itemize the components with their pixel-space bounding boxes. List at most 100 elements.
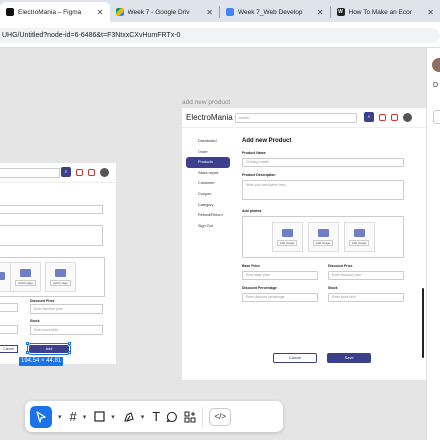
tab-google-drive[interactable]: Week 7 - Google Driv ✕ (110, 2, 220, 22)
heart-icon (88, 169, 95, 176)
frame-left-partial[interactable]: ⌕ Add Image Add Image Discount Price Ent… (0, 163, 116, 364)
image-icon (20, 268, 31, 277)
properties-panel: D (426, 48, 440, 440)
sidebar-item-sign-out: Sign Out (198, 223, 213, 228)
discount-pct-input: Enter discount percentage (242, 293, 318, 302)
close-icon[interactable]: ✕ (317, 8, 324, 17)
sidebar: Dashboard Order Products Sales report Cu… (186, 136, 230, 231)
resize-handle[interactable] (26, 351, 29, 354)
discount-pct-label: Discount Percentage (242, 286, 277, 290)
sidebar-item-sales-report: Sales report (198, 170, 219, 175)
comment-tool-icon[interactable] (166, 406, 178, 428)
text-tool-icon[interactable]: T (152, 406, 160, 428)
resize-handle[interactable] (68, 351, 71, 354)
frame-label[interactable]: add new product (182, 99, 230, 106)
google-docs-icon (226, 8, 234, 16)
search-button: ⌕ (61, 167, 71, 177)
actions-tool-icon[interactable] (184, 406, 196, 428)
base-price-label: Base Price (242, 264, 260, 268)
add-image-button: Add Image (50, 279, 71, 286)
dev-mode-toggle-icon[interactable]: </> (209, 407, 232, 426)
tab-web-develop[interactable]: Week 7_Web Develop ✕ (220, 2, 330, 22)
save-button: Save (327, 353, 371, 363)
image-icon (0, 271, 5, 280)
cancel-button: Cancel (0, 345, 18, 353)
tab-title: How To Make an Ecor (348, 8, 412, 16)
app-logo: ElectroMania (186, 113, 233, 122)
photo-slot: Add Image (343, 222, 375, 252)
sidebar-item-order: Order (198, 149, 208, 154)
base-price-input: Enter base price (242, 271, 318, 280)
resize-handle[interactable] (26, 342, 29, 345)
chevron-down-icon[interactable]: ▾ (111, 413, 115, 421)
wix-icon: W (336, 8, 345, 16)
discount-price-label: Discount Price (30, 299, 55, 303)
sidebar-item-coupon: Coupon (198, 191, 212, 196)
search-input: search (235, 113, 357, 123)
sidebar-item-refund: Refund/Return (198, 213, 223, 218)
tab-how-to-make-ecommerce[interactable]: W How To Make an Ecor ✕ (331, 2, 440, 22)
frame-topbar: ⌕ (0, 163, 116, 183)
image-icon (55, 268, 66, 277)
photo-slot: Add Image (271, 222, 303, 252)
form-actions: Cancel Save (273, 353, 371, 363)
product-name-input: Clothing mobile (242, 158, 404, 167)
discount-price-label: Discount Price (328, 264, 353, 268)
heart-icon (391, 114, 398, 121)
panel-control[interactable] (433, 110, 440, 124)
cart-icon (379, 114, 386, 121)
sidebar-item-category: Category (198, 202, 214, 207)
description-label: Product Description (242, 173, 276, 177)
panel-letter: D (433, 82, 439, 89)
rectangle-tool-icon[interactable] (94, 406, 105, 428)
avatar (403, 113, 412, 122)
chevron-down-icon[interactable]: ▾ (83, 413, 87, 421)
move-tool-icon[interactable] (30, 405, 52, 428)
search-button: ⌕ (364, 112, 374, 122)
scrollbar[interactable] (422, 288, 424, 358)
close-icon[interactable]: ✕ (206, 8, 213, 17)
product-name-input (0, 205, 103, 214)
photos-box: Add Image Add Image Add Image (242, 216, 404, 258)
tab-title: Week 7_Web Develop (238, 8, 303, 16)
frame-tool-icon[interactable]: # (70, 406, 77, 428)
search-input (0, 168, 60, 178)
frame-add-new-product[interactable]: ElectroMania search ⌕ Dashboard Order Pr… (182, 108, 426, 380)
sidebar-item-dashboard: Dashboard (198, 139, 217, 143)
google-drive-icon (115, 8, 124, 16)
chevron-down-icon[interactable]: ▾ (58, 413, 62, 421)
close-icon[interactable]: ✕ (97, 8, 104, 17)
add-image-button: Add Image (312, 239, 334, 246)
resize-handle[interactable] (68, 342, 71, 345)
product-name-label: Product Name (242, 151, 266, 155)
description-textarea: Write your description here... (242, 180, 404, 200)
tab-title: Week 7 - Google Driv (127, 8, 190, 16)
discount-price-input: Enter discount price (30, 304, 103, 314)
cancel-button: Cancel (273, 353, 317, 363)
figma-bottom-toolbar: ▾ # ▾ ▾ ▾ T </> (25, 401, 283, 432)
frame-topbar: ElectroMania search ⌕ (182, 108, 426, 128)
close-icon[interactable]: ✕ (427, 8, 434, 17)
tab-title: ElectroMania – Figma (18, 8, 82, 16)
avatar (100, 168, 109, 177)
url-field[interactable]: UHG/Untitled?node-id=6-6486&t=F3NtxxCXvH… (0, 28, 440, 43)
add-button-selected[interactable]: Add (27, 343, 71, 355)
photo-slot: Add Image (45, 262, 76, 292)
image-icon (353, 228, 365, 237)
toolbar-divider (202, 406, 204, 427)
dimension-badge: 194.54 × 44.81 (19, 357, 64, 366)
photo-slot: Add Image (307, 222, 339, 252)
photos-label: Add photos (242, 209, 262, 213)
photo-slot: Add Image (10, 262, 41, 292)
stock-input: Enter stock field (328, 293, 404, 302)
pen-tool-icon[interactable] (123, 406, 135, 428)
browser-tab-strip: ElectroMania – Figma ✕ Week 7 - Google D… (0, 0, 440, 22)
tab-electromania-figma[interactable]: ElectroMania – Figma ✕ (0, 2, 110, 22)
address-bar: UHG/Untitled?node-id=6-6486&t=F3NtxxCXvH… (0, 22, 440, 48)
chevron-down-icon[interactable]: ▾ (141, 413, 145, 421)
discount-pct-input (0, 325, 18, 334)
avatar[interactable] (432, 58, 440, 72)
figma-icon (6, 8, 14, 16)
stock-input: Enter stock field (30, 325, 103, 335)
image-icon (317, 228, 329, 237)
